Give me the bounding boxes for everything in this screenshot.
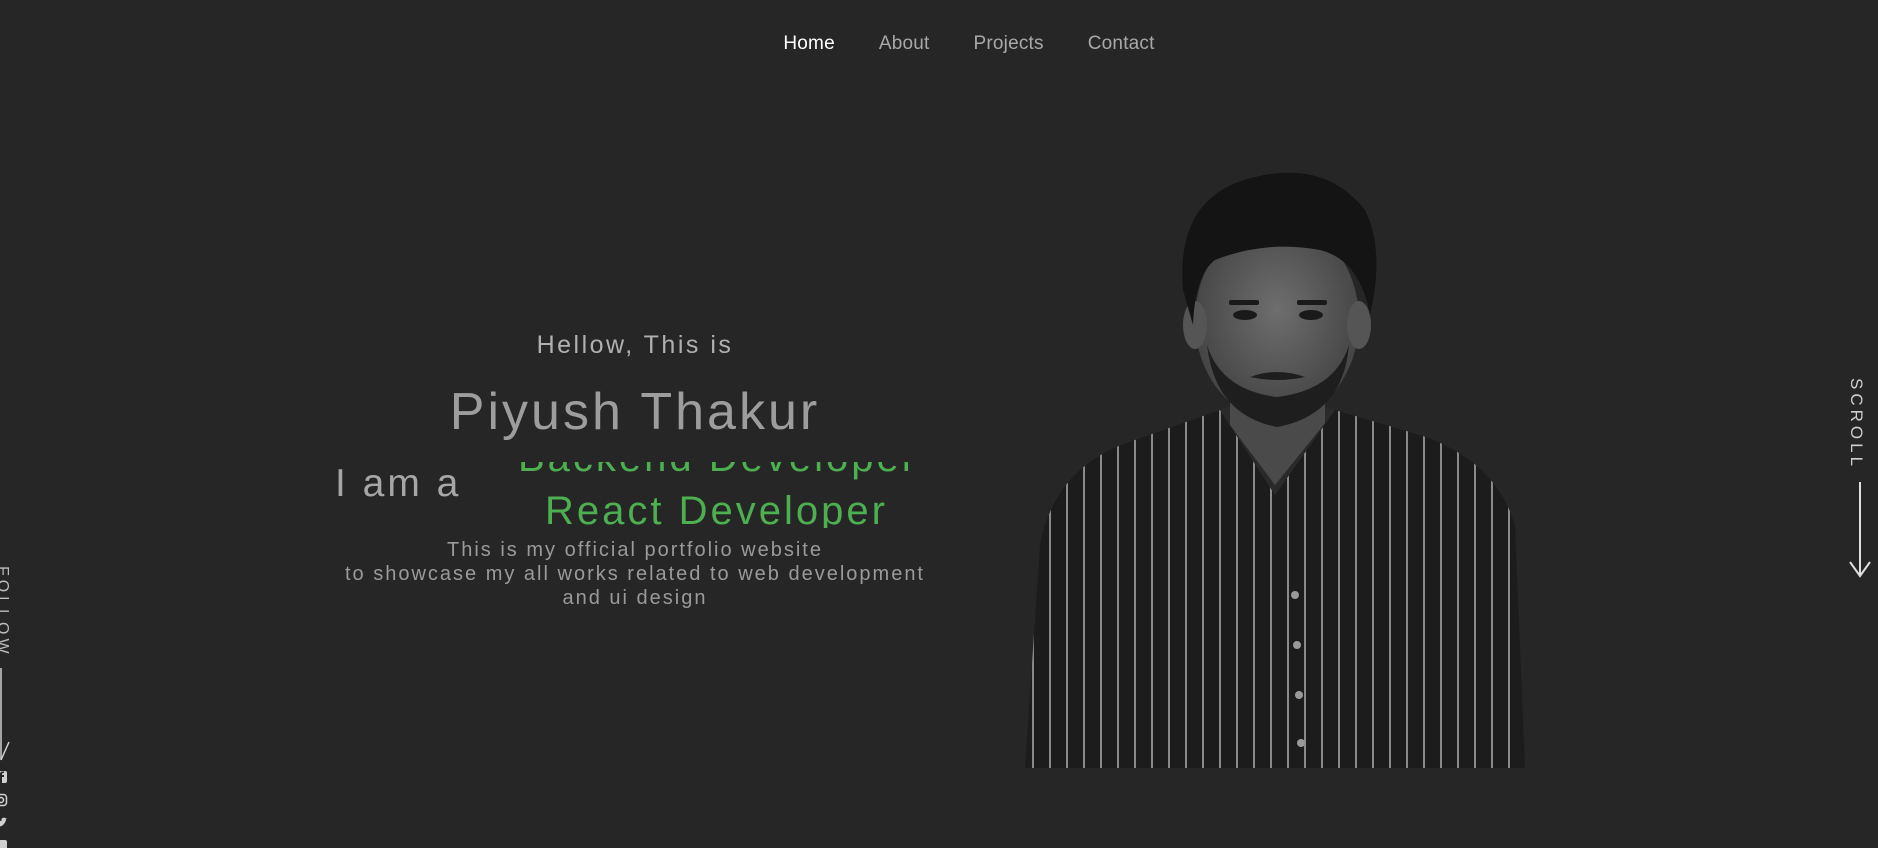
- twitter-icon[interactable]: [0, 816, 8, 830]
- scroll-label: SCROLL: [1847, 378, 1866, 471]
- profile-photo: [1025, 172, 1525, 768]
- follow-line-icon: [0, 668, 10, 761]
- instagram-icon[interactable]: [0, 793, 8, 807]
- role-previous: Backend Developer: [518, 462, 918, 481]
- nav-contact[interactable]: Contact: [1088, 33, 1155, 55]
- hero-intro: I am a: [335, 462, 462, 505]
- nav-home[interactable]: Home: [783, 33, 834, 55]
- scroll-arrow-icon[interactable]: [1848, 482, 1872, 578]
- follow-label: FOLLOW: [0, 566, 11, 658]
- facebook-icon[interactable]: [0, 770, 8, 784]
- nav-projects[interactable]: Projects: [974, 33, 1044, 55]
- role-carousel: Backend Developer React Developer: [510, 462, 950, 528]
- nav-about[interactable]: About: [879, 33, 930, 55]
- role-current: React Developer: [545, 489, 888, 528]
- main-nav: Home About Projects Contact: [0, 33, 1878, 55]
- portfolio-page: Home About Projects Contact Hellow, This…: [0, 0, 1878, 848]
- linkedin-icon[interactable]: [0, 839, 8, 848]
